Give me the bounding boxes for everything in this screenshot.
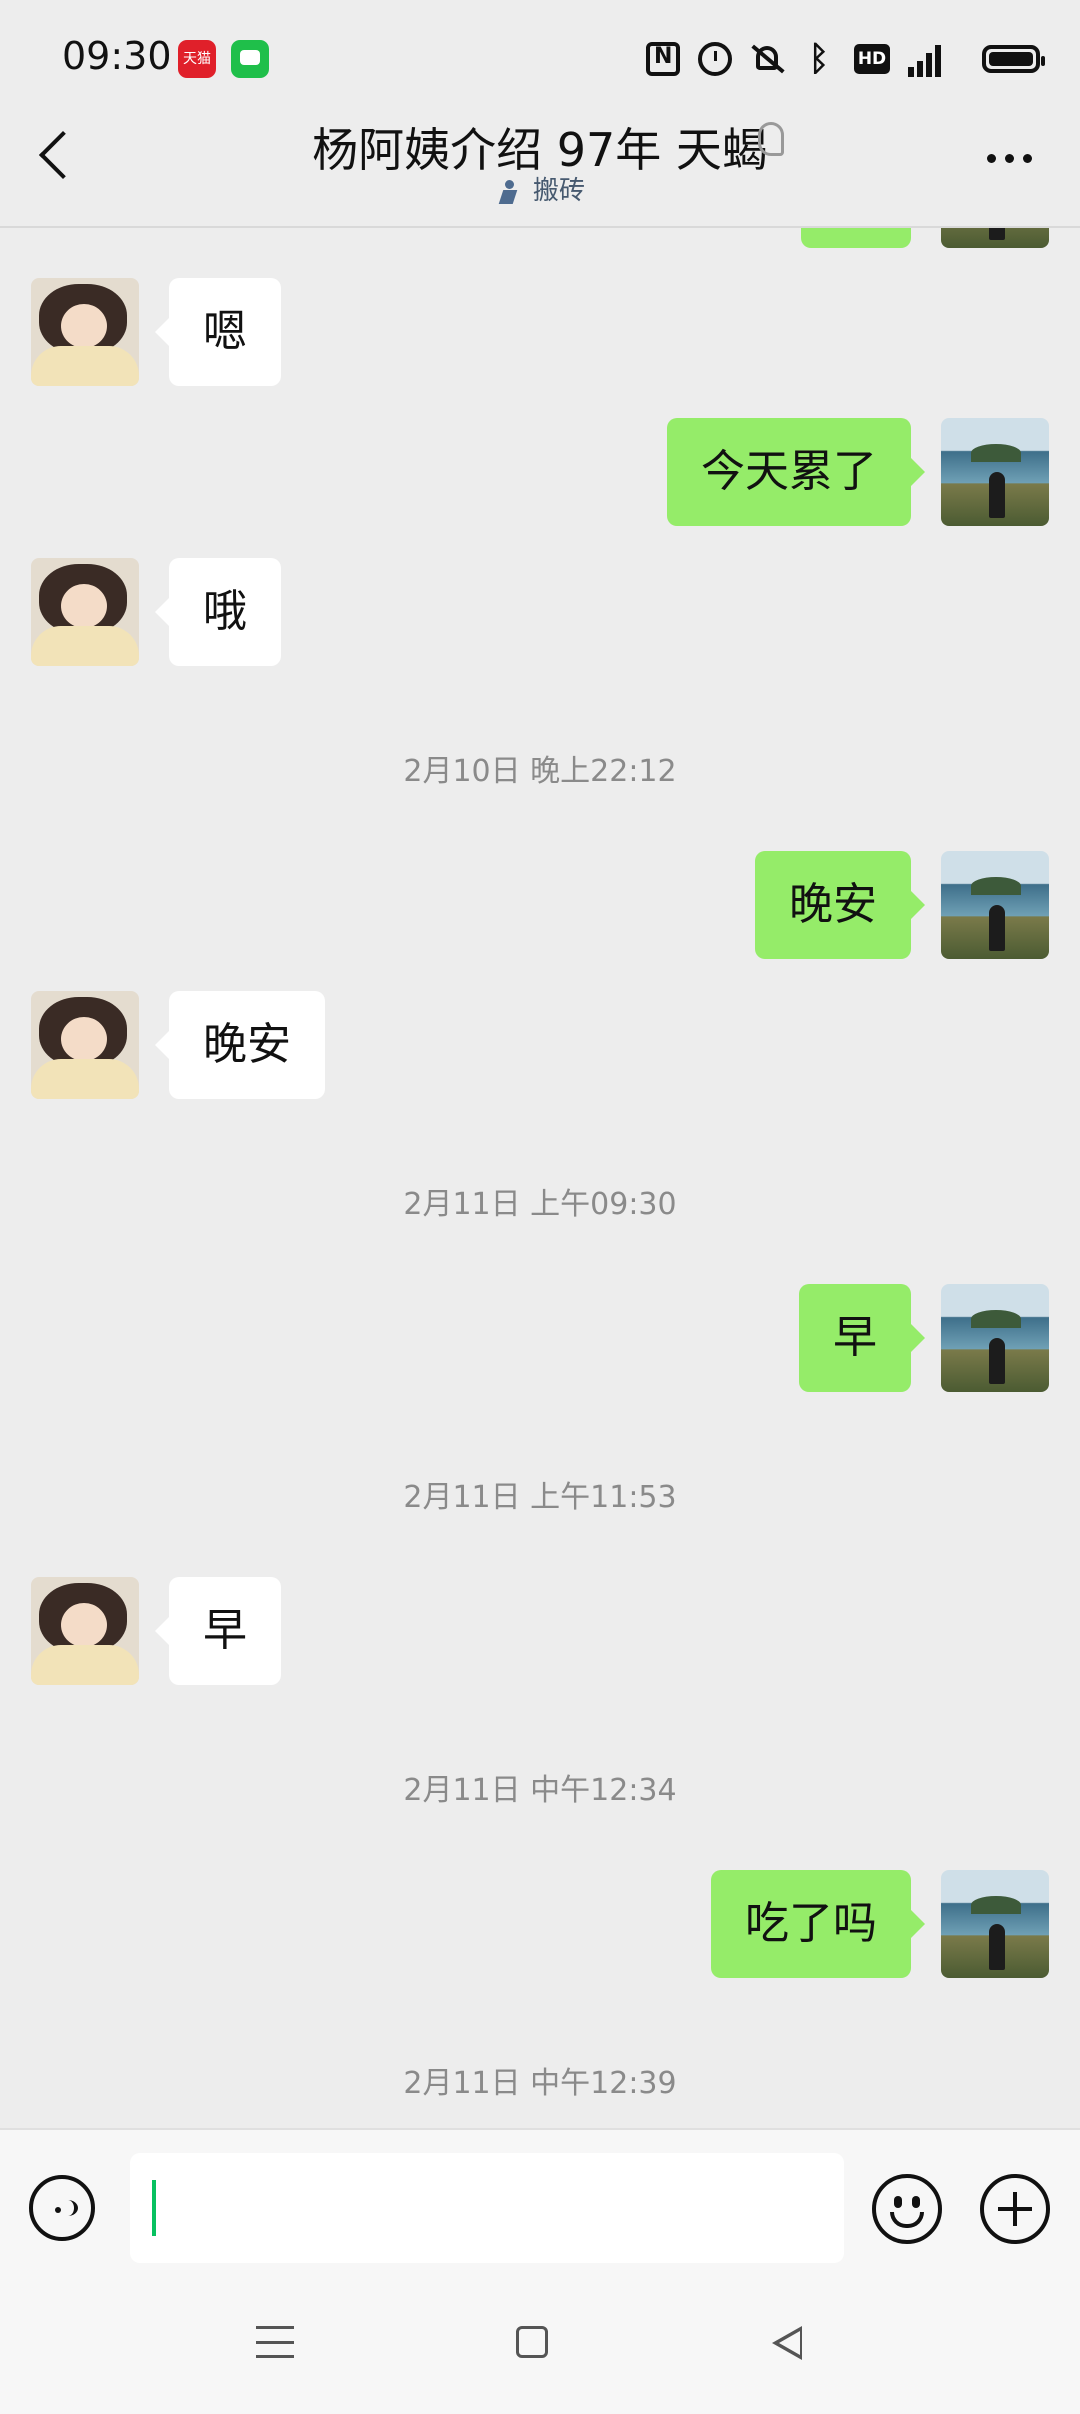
system-nav-bar bbox=[0, 2300, 1080, 2380]
message-bubble-incoming[interactable]: 晚安 bbox=[155, 991, 325, 1099]
my-avatar[interactable] bbox=[941, 418, 1049, 526]
status-time: 09:30 bbox=[62, 34, 172, 78]
contact-status: 搬砖 bbox=[0, 170, 1080, 207]
message-timestamp: 2月11日 上午11:53 bbox=[403, 1480, 677, 1515]
contact-avatar[interactable] bbox=[31, 991, 139, 1099]
mute-icon bbox=[750, 42, 784, 76]
home-icon[interactable] bbox=[516, 2326, 548, 2358]
message-row-incoming: 嗯 bbox=[0, 278, 1080, 386]
bluetooth-icon: ᛒ bbox=[808, 39, 830, 79]
voice-icon[interactable] bbox=[29, 2175, 95, 2241]
message-bubble-incoming[interactable]: 哦 bbox=[155, 558, 281, 666]
hd-icon: HD bbox=[854, 44, 890, 74]
emoji-icon[interactable] bbox=[872, 2174, 942, 2244]
my-avatar[interactable] bbox=[941, 851, 1049, 959]
message-timestamp: 2月11日 中午12:39 bbox=[403, 2066, 677, 2101]
message-bubble-incoming[interactable]: 早 bbox=[155, 1577, 281, 1685]
chat-messages[interactable]: 嗯 今天累了 哦 2月10日 晚上22:12 晚安 晚安 2月11日 上午09:… bbox=[0, 228, 1080, 2125]
my-avatar[interactable] bbox=[941, 228, 1049, 248]
my-avatar[interactable] bbox=[941, 1870, 1049, 1978]
contact-status-text: 搬砖 bbox=[532, 176, 585, 206]
message-bubble-outgoing[interactable]: 吃了吗 bbox=[711, 1870, 925, 1978]
my-avatar[interactable] bbox=[941, 1284, 1049, 1392]
contact-avatar[interactable] bbox=[31, 1577, 139, 1685]
alarm-icon bbox=[698, 42, 732, 76]
message-row-outgoing: 晚安 bbox=[0, 851, 1080, 959]
message-row-incoming: 早 bbox=[0, 1577, 1080, 1685]
message-row-incoming: 哦 bbox=[0, 558, 1080, 666]
contact-avatar[interactable] bbox=[31, 558, 139, 666]
messages-app-icon bbox=[231, 40, 269, 78]
message-row-incoming: 晚安 bbox=[0, 991, 1080, 1099]
5g-signal-icon bbox=[908, 41, 964, 77]
message-bubble-outgoing[interactable]: 早 bbox=[799, 1284, 925, 1392]
status-icons: ᛒ HD bbox=[646, 34, 1045, 84]
message-row-outgoing: 早 bbox=[0, 1284, 1080, 1392]
tmall-app-icon: 天猫 bbox=[178, 40, 216, 78]
message-timestamp: 2月11日 中午12:34 bbox=[403, 1773, 677, 1808]
status-worker-icon bbox=[495, 178, 523, 206]
message-bubble-outgoing[interactable]: 晚安 bbox=[755, 851, 925, 959]
contact-avatar[interactable] bbox=[31, 278, 139, 386]
message-bubble-outgoing[interactable] bbox=[801, 228, 911, 248]
nfc-icon bbox=[646, 42, 680, 76]
recent-apps-icon[interactable] bbox=[256, 2326, 294, 2358]
message-row-outgoing: 吃了吗 bbox=[0, 1870, 1080, 1978]
text-caret bbox=[152, 2180, 156, 2236]
battery-icon bbox=[982, 45, 1045, 73]
message-timestamp: 2月10日 晚上22:12 bbox=[403, 754, 677, 789]
earpiece-mode-icon bbox=[758, 122, 784, 156]
message-bubble-outgoing[interactable]: 今天累了 bbox=[667, 418, 925, 526]
back-triangle-icon[interactable] bbox=[772, 2326, 802, 2360]
more-dots-icon[interactable] bbox=[987, 154, 1032, 163]
message-bubble-incoming[interactable]: 嗯 bbox=[155, 278, 281, 386]
message-timestamp: 2月11日 上午09:30 bbox=[403, 1187, 677, 1222]
chat-header: 杨阿姨介绍 97年 天蝎 搬砖 bbox=[0, 100, 1080, 228]
plus-icon[interactable] bbox=[980, 2174, 1050, 2244]
message-input[interactable] bbox=[130, 2153, 844, 2263]
message-row-partial bbox=[0, 228, 1080, 248]
message-row-outgoing: 今天累了 bbox=[0, 418, 1080, 526]
